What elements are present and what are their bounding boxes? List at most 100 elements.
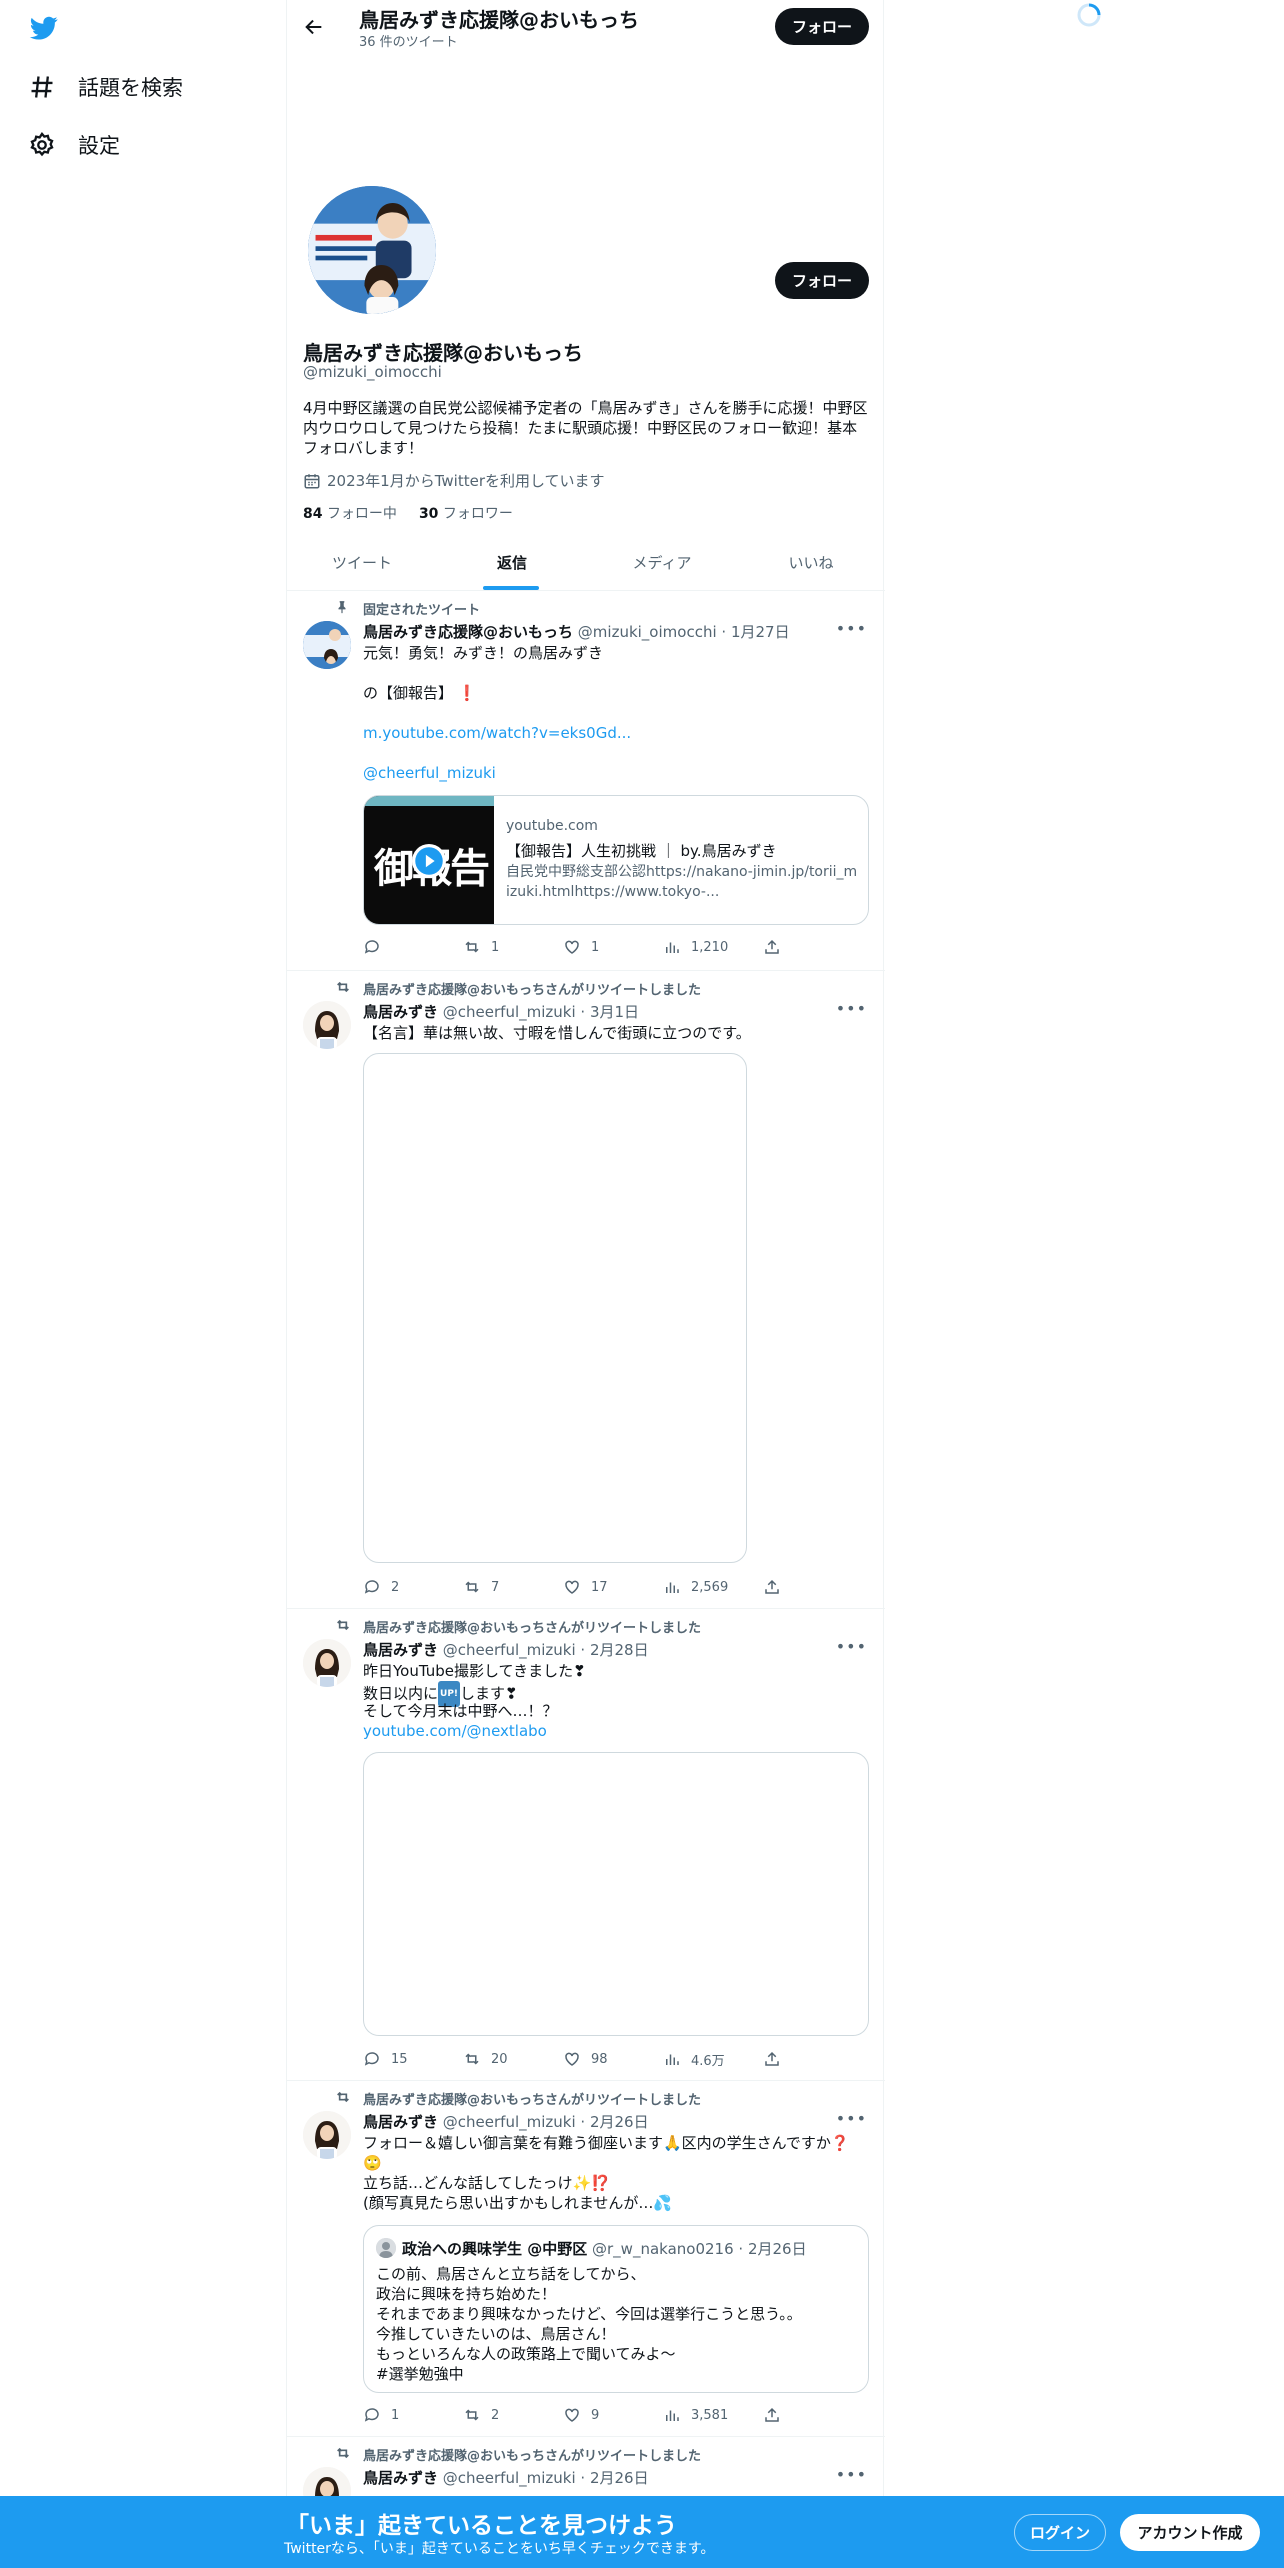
- quote-text-line: 今推していきたいのは、鳥居さん！: [376, 2325, 616, 2343]
- retweet-button[interactable]: 20: [463, 2050, 563, 2068]
- reply-count: 2: [391, 1579, 400, 1595]
- tweet-context-label[interactable]: 鳥居みずき応援隊@おいもっちさんがリツイートしました: [363, 2089, 701, 2108]
- reply-count: 1: [391, 2407, 400, 2423]
- signup-button[interactable]: アカウント作成: [1120, 2514, 1260, 2551]
- more-options-icon[interactable]: •••: [836, 619, 867, 638]
- tweet-context-label[interactable]: 鳥居みずき応援隊@おいもっちさんがリツイートしました: [363, 2445, 701, 2464]
- like-count: 9: [591, 2407, 600, 2423]
- tab-replies[interactable]: 返信: [437, 534, 587, 590]
- like-button[interactable]: 17: [563, 1578, 663, 1596]
- reply-button[interactable]: 2: [363, 1578, 463, 1596]
- tweet-actions: 15 20 98 4.6万: [363, 2049, 803, 2069]
- retweet-button[interactable]: 1: [463, 938, 563, 956]
- tweet-author-name[interactable]: 鳥居みずき: [363, 2469, 438, 2487]
- views-button[interactable]: 3,581: [663, 2406, 763, 2424]
- retweet-icon: [337, 2447, 349, 2459]
- reply-button[interactable]: 1: [363, 2406, 463, 2424]
- reply-icon: [364, 2408, 379, 2422]
- tweet-actions: 1 2 9 3,581: [363, 2405, 803, 2425]
- tweet-avatar[interactable]: [303, 621, 351, 669]
- tweet-actions: 1 1 1,210: [363, 937, 803, 957]
- pin-icon: [335, 599, 349, 615]
- share-icon: [765, 2407, 779, 2422]
- tweet-text-line: 元気！勇気！みずき！の鳥居みずき: [363, 644, 604, 662]
- views-button[interactable]: 4.6万: [663, 2050, 763, 2069]
- views-button[interactable]: 2,569: [663, 1578, 763, 1596]
- more-options-icon[interactable]: •••: [836, 999, 867, 1018]
- tweet-avatar[interactable]: [303, 1001, 351, 1049]
- tweet-retweeted[interactable]: 鳥居みずき応援隊@おいもっちさんがリツイートしました 鳥居みずき @cheerf…: [287, 2081, 885, 2437]
- tweet-text-segment: の【御報告】: [363, 684, 454, 702]
- twitter-bird-icon[interactable]: [28, 14, 60, 42]
- link-card-title: 【御報告】人生初挑戦 ｜ by.鳥居みずき: [506, 842, 777, 860]
- reply-button[interactable]: [363, 938, 463, 956]
- retweet-icon: [337, 981, 349, 993]
- login-button[interactable]: ログイン: [1014, 2514, 1106, 2551]
- more-options-icon[interactable]: •••: [836, 2465, 867, 2484]
- tweet-date[interactable]: 3月1日: [590, 1003, 639, 1021]
- bar-chart-icon: [666, 2054, 679, 2065]
- quote-tweet[interactable]: 政治への興味学生 @中野区 @r_w_nakano0216 · 2月26日 この…: [363, 2225, 869, 2393]
- nav-explore[interactable]: 話題を検索: [28, 72, 183, 102]
- more-options-icon[interactable]: •••: [836, 2109, 867, 2128]
- followers-stat[interactable]: 30 フォロワー: [419, 503, 513, 523]
- tab-likes[interactable]: いいね: [737, 534, 885, 590]
- share-button[interactable]: [763, 938, 803, 956]
- more-options-icon[interactable]: •••: [836, 1637, 867, 1656]
- signup-prompt-subtext: Twitterなら、「いま」起きていることをいち早くチェックできます。: [284, 2541, 715, 2557]
- retweet-button[interactable]: 7: [463, 1578, 563, 1596]
- link-card[interactable]: 御報告 youtube.com 【御報告】人生初挑戦 ｜ by.鳥居みずき 自民…: [363, 795, 869, 925]
- tweet-retweeted[interactable]: 鳥居みずき応援隊@おいもっちさんがリツイートしました 鳥居みずき @cheerf…: [287, 971, 885, 1609]
- retweet-button[interactable]: 2: [463, 2406, 563, 2424]
- share-button[interactable]: [763, 1578, 803, 1596]
- tweet-retweeted[interactable]: 鳥居みずき応援隊@おいもっちさんがリツイートしました 鳥居みずき @cheerf…: [287, 1609, 885, 2081]
- tweet-author-name[interactable]: 鳥居みずき: [363, 1641, 438, 1659]
- tweet-author-name[interactable]: 鳥居みずき応援隊@おいもっち: [363, 623, 573, 641]
- tweet-context-label[interactable]: 鳥居みずき応援隊@おいもっちさんがリツイートしました: [363, 979, 701, 998]
- profile-follow-button[interactable]: フォロー: [775, 262, 869, 299]
- reply-button[interactable]: 15: [363, 2050, 463, 2068]
- nav-settings[interactable]: 設定: [28, 130, 120, 160]
- tweet-link[interactable]: youtube.com/@nextlabo: [363, 1721, 547, 1741]
- views-button[interactable]: 1,210: [663, 938, 763, 956]
- tweet-link[interactable]: m.youtube.com/watch?v=eks0Gd...: [363, 723, 863, 743]
- quote-header: 政治への興味学生 @中野区 @r_w_nakano0216 · 2月26日: [402, 2240, 807, 2258]
- reply-icon: [364, 1580, 379, 1594]
- header-follow-button[interactable]: フォロー: [775, 8, 869, 45]
- quote-text: この前、鳥居さんと立ち話をしてから、 政治に興味を持ち始めた！ それまであまり興…: [376, 2264, 856, 2384]
- views-count: 1,210: [691, 939, 729, 955]
- views-count: 4.6万: [691, 2053, 725, 2069]
- profile-joined: 2023年1月からTwitterを利用しています: [303, 470, 605, 491]
- tweet-mention[interactable]: @cheerful_mizuki: [363, 763, 496, 783]
- arrow-left-icon[interactable]: [303, 16, 325, 38]
- profile-handle: @mizuki_oimocchi: [303, 363, 442, 381]
- tweet-pinned[interactable]: 固定されたツイート 鳥居みずき応援隊@おいもっち @mizuki_oimocch…: [287, 591, 885, 971]
- main-column: 鳥居みずき応援隊@おいもっち 36 件のツイート フォロー フォロー 鳥居みずき…: [286, 0, 885, 2568]
- tweet-media[interactable]: [363, 1752, 869, 2036]
- like-button[interactable]: 98: [563, 2050, 663, 2068]
- tweet-text-line: (顔写真見たら思い出すかもしれませんが…💦: [363, 2194, 673, 2212]
- tweet-date[interactable]: 2月26日: [590, 2113, 649, 2131]
- tab-media[interactable]: メディア: [587, 534, 737, 590]
- tweet-context-label[interactable]: 鳥居みずき応援隊@おいもっちさんがリツイートしました: [363, 1617, 701, 1636]
- header-tweet-count: 36 件のツイート: [359, 35, 458, 50]
- tab-tweets[interactable]: ツイート: [287, 534, 437, 590]
- tweet-date[interactable]: 2月28日: [590, 1641, 649, 1659]
- quote-avatar: [376, 2238, 396, 2258]
- share-button[interactable]: [763, 2406, 803, 2424]
- following-stat[interactable]: 84 フォロー中: [303, 503, 397, 523]
- tweet-avatar[interactable]: [303, 1639, 351, 1687]
- like-button[interactable]: 1: [563, 938, 663, 956]
- tweet-author-name[interactable]: 鳥居みずき: [363, 2113, 438, 2131]
- tweet-media[interactable]: [363, 1053, 747, 1563]
- tweet-author-name[interactable]: 鳥居みずき: [363, 1003, 438, 1021]
- like-button[interactable]: 9: [563, 2406, 663, 2424]
- tweet-date[interactable]: 1月27日: [731, 623, 790, 641]
- share-button[interactable]: [763, 2050, 803, 2068]
- heart-icon: [565, 2052, 579, 2066]
- tweet-avatar[interactable]: [303, 2111, 351, 2159]
- profile-avatar[interactable]: [304, 182, 440, 318]
- tweet-date[interactable]: 2月26日: [590, 2469, 649, 2487]
- profile-joined-text: 2023年1月からTwitterを利用しています: [327, 472, 605, 490]
- quote-date: 2月26日: [747, 2240, 807, 2258]
